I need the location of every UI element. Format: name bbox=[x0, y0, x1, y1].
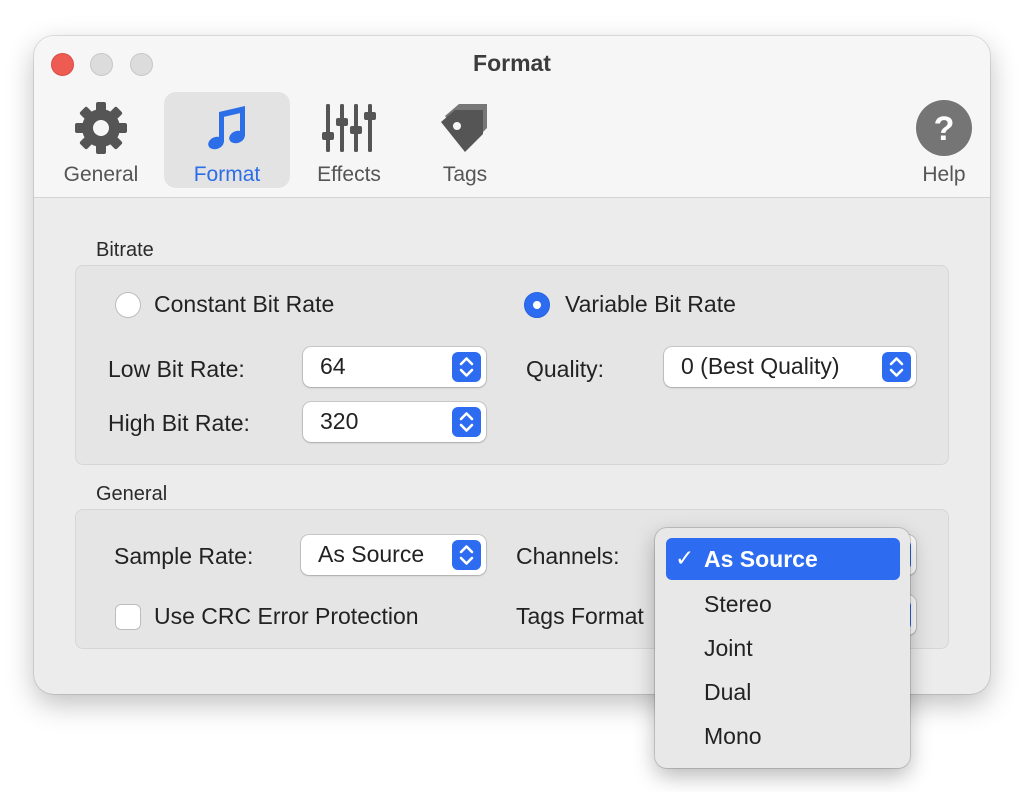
channels-label: Channels: bbox=[516, 543, 620, 569]
svg-text:?: ? bbox=[934, 110, 955, 148]
high-bit-rate-popup[interactable]: 320 bbox=[303, 402, 486, 442]
up-down-arrows-icon bbox=[452, 352, 481, 382]
low-bit-rate-label: Low Bit Rate: bbox=[108, 356, 245, 382]
general-section-label: General bbox=[96, 483, 168, 505]
high-bit-rate-value: 320 bbox=[320, 408, 359, 434]
sample-rate-value: As Source bbox=[318, 541, 425, 567]
menu-item-label: Dual bbox=[704, 679, 752, 705]
help-label: Help bbox=[922, 163, 966, 186]
up-down-arrows-icon bbox=[452, 407, 481, 437]
tab-format[interactable]: Format bbox=[164, 92, 290, 188]
menu-item-dual[interactable]: Dual bbox=[666, 671, 900, 713]
tab-tags-label: Tags bbox=[442, 163, 488, 186]
tags-format-label: Tags Format bbox=[516, 603, 644, 629]
tab-effects[interactable]: Effects bbox=[300, 92, 398, 188]
help-button[interactable]: ? Help bbox=[904, 92, 984, 188]
tab-general-label: General bbox=[63, 163, 139, 186]
menu-item-label: Stereo bbox=[704, 591, 772, 617]
menu-item-as-source[interactable]: ✓ As Source bbox=[666, 538, 900, 580]
menu-item-label: As Source bbox=[704, 546, 818, 572]
tab-effects-label: Effects bbox=[317, 163, 381, 186]
tag-icon bbox=[441, 104, 487, 152]
high-bit-rate-label: High Bit Rate: bbox=[108, 410, 250, 436]
help-icon: ? bbox=[916, 100, 972, 156]
constant-bit-rate-radio[interactable] bbox=[115, 292, 141, 318]
low-bit-rate-value: 64 bbox=[320, 353, 346, 379]
quality-label: Quality: bbox=[526, 356, 604, 382]
up-down-arrows-icon bbox=[882, 352, 911, 382]
constant-bit-rate-label: Constant Bit Rate bbox=[154, 291, 335, 317]
crc-error-protection-checkbox[interactable] bbox=[115, 604, 141, 630]
menu-item-mono[interactable]: Mono bbox=[666, 715, 900, 757]
music-note-icon bbox=[208, 106, 245, 150]
variable-bit-rate-label: Variable Bit Rate bbox=[565, 291, 736, 317]
tab-tags[interactable]: Tags bbox=[420, 92, 510, 188]
checkmark-icon: ✓ bbox=[675, 545, 695, 571]
tab-format-label: Format bbox=[193, 163, 261, 186]
window-title: Format bbox=[473, 50, 551, 76]
channels-dropdown-menu: ✓ As Source Stereo Joint Dual Mono bbox=[655, 528, 910, 768]
menu-item-label: Joint bbox=[704, 635, 753, 661]
crc-error-protection-label: Use CRC Error Protection bbox=[154, 603, 419, 629]
low-bit-rate-popup[interactable]: 64 bbox=[303, 347, 486, 387]
menu-item-joint[interactable]: Joint bbox=[666, 627, 900, 669]
up-down-arrows-icon bbox=[452, 540, 481, 570]
sample-rate-label: Sample Rate: bbox=[114, 543, 254, 569]
bitrate-section-label: Bitrate bbox=[96, 239, 154, 261]
quality-popup[interactable]: 0 (Best Quality) bbox=[664, 347, 916, 387]
gear-icon bbox=[75, 102, 127, 154]
sliders-icon bbox=[322, 104, 376, 152]
tab-general[interactable]: General bbox=[48, 92, 154, 188]
variable-bit-rate-radio[interactable] bbox=[524, 292, 550, 318]
toolbar: Format General Format Effects Tags ? Hel… bbox=[34, 36, 990, 198]
menu-item-label: Mono bbox=[704, 723, 762, 749]
menu-item-stereo[interactable]: Stereo bbox=[666, 583, 900, 625]
sample-rate-popup[interactable]: As Source bbox=[301, 535, 486, 575]
quality-value: 0 (Best Quality) bbox=[681, 353, 840, 379]
